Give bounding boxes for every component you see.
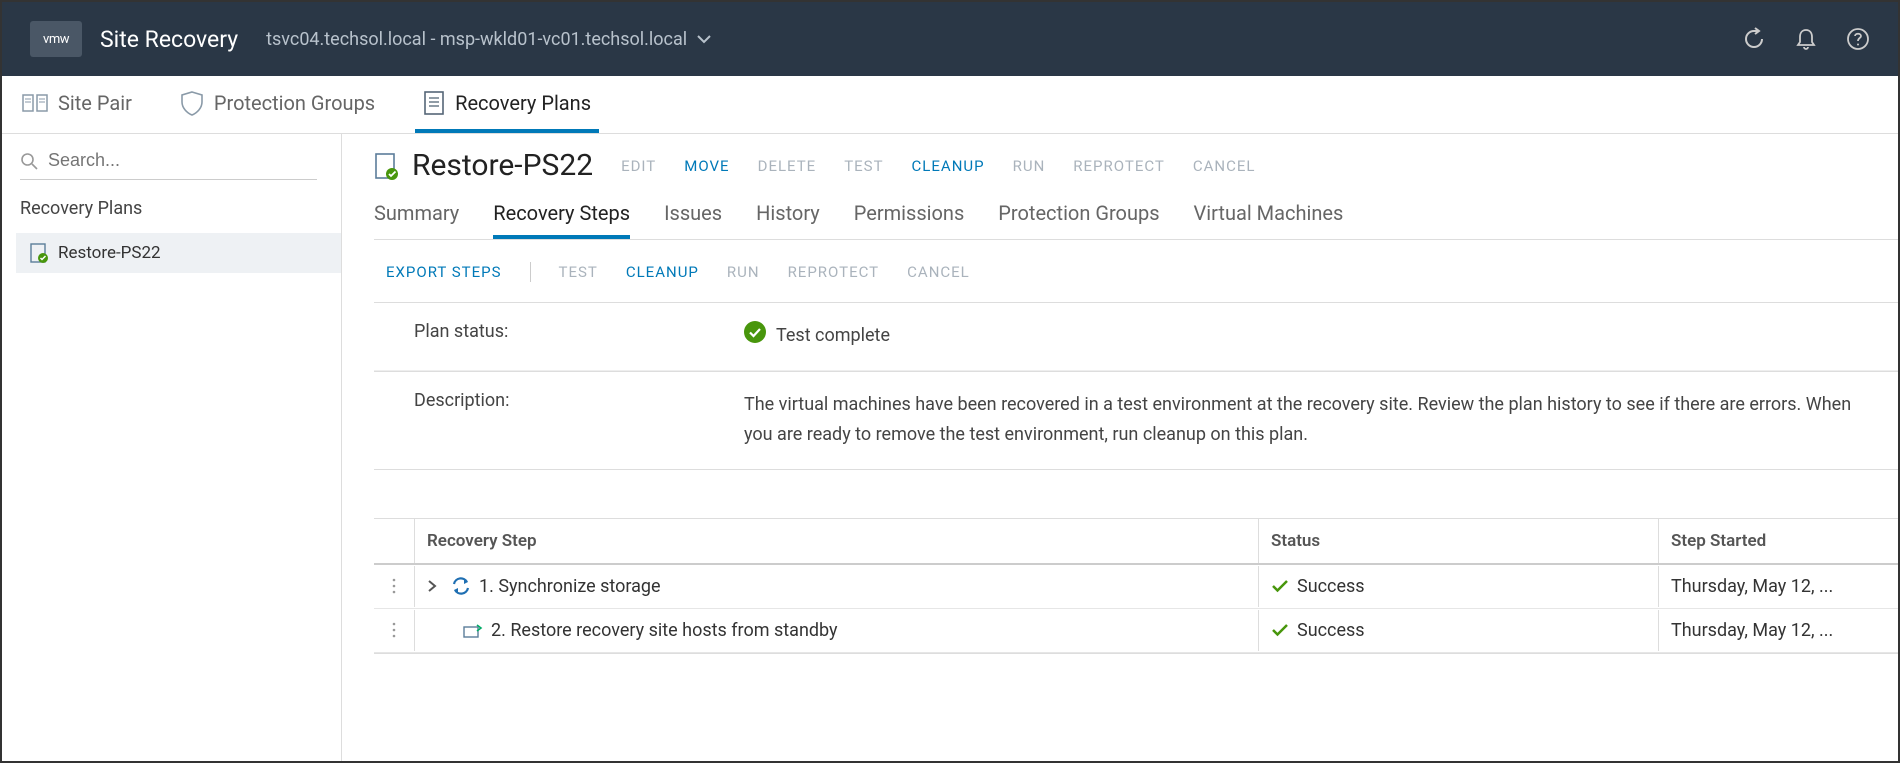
tab-label: Recovery Plans: [455, 91, 591, 115]
status-value: Success: [1297, 620, 1365, 641]
started-value: Thursday, May 12, ...: [1658, 566, 1898, 607]
host-restore-icon: [463, 621, 483, 639]
plan-info-panel: Plan status: Test complete Description: …: [374, 302, 1898, 470]
shield-icon: [180, 90, 204, 116]
site-pair-icon: [22, 92, 48, 114]
plan-ok-icon: [374, 152, 398, 180]
subaction-cancel: CANCEL: [907, 263, 970, 281]
subaction-test: TEST: [559, 263, 598, 281]
content-tabs: Summary Recovery Steps Issues History Pe…: [374, 201, 1898, 240]
plan-status-value: Test complete: [776, 321, 890, 352]
action-run: RUN: [1013, 157, 1046, 175]
plan-ok-icon: [30, 243, 48, 263]
table-row[interactable]: 2. Restore recovery site hosts from stan…: [374, 609, 1898, 653]
subaction-run: RUN: [727, 263, 760, 281]
drag-handle-icon[interactable]: [374, 577, 414, 595]
subaction-export-steps[interactable]: EXPORT STEPS: [386, 263, 502, 281]
search-icon: [20, 152, 38, 170]
app-title: Site Recovery: [100, 26, 266, 53]
tab-issues[interactable]: Issues: [664, 201, 722, 239]
action-move[interactable]: MOVE: [684, 157, 729, 175]
tab-recovery-steps[interactable]: Recovery Steps: [493, 201, 630, 239]
description-label: Description:: [414, 390, 744, 451]
tab-permissions[interactable]: Permissions: [854, 201, 965, 239]
vmware-logo: vmw: [30, 21, 82, 57]
table-row[interactable]: 1. Synchronize storage Success Thursday,…: [374, 565, 1898, 609]
tab-summary[interactable]: Summary: [374, 201, 459, 239]
page-title: Restore-PS22: [412, 148, 593, 183]
step-label: 1. Synchronize storage: [479, 576, 661, 597]
sidebar: Recovery Plans Restore-PS22: [2, 134, 342, 761]
recovery-steps-table: Recovery Step Status Step Started 1. Syn…: [374, 518, 1898, 654]
help-icon[interactable]: [1846, 27, 1870, 51]
app-header: vmw Site Recovery tsvc04.techsol.local -…: [2, 2, 1898, 76]
tab-site-pair[interactable]: Site Pair: [14, 76, 140, 133]
sidebar-item-restore-ps22[interactable]: Restore-PS22: [16, 233, 341, 273]
action-delete: DELETE: [758, 157, 817, 175]
check-icon: [1271, 579, 1289, 593]
expand-chevron-icon[interactable]: [427, 579, 443, 593]
column-header-status[interactable]: Status: [1258, 519, 1658, 563]
tab-protection-groups[interactable]: Protection Groups: [172, 76, 383, 133]
tab-history[interactable]: History: [756, 201, 820, 239]
subaction-cleanup[interactable]: CLEANUP: [626, 263, 699, 281]
column-header-started[interactable]: Step Started: [1658, 519, 1898, 563]
action-reprotect: REPROTECT: [1073, 157, 1165, 175]
tab-recovery-plans[interactable]: Recovery Plans: [415, 76, 599, 133]
site-context-selector[interactable]: tsvc04.techsol.local - msp-wkld01-vc01.t…: [266, 29, 711, 50]
site-pair-label: tsvc04.techsol.local - msp-wkld01-vc01.t…: [266, 29, 687, 50]
sidebar-heading: Recovery Plans: [16, 198, 341, 233]
plan-status-label: Plan status:: [414, 321, 744, 352]
tab-protection-groups[interactable]: Protection Groups: [998, 201, 1159, 239]
chevron-down-icon: [697, 35, 711, 44]
success-check-icon: [744, 321, 766, 343]
step-label: 2. Restore recovery site hosts from stan…: [491, 620, 838, 641]
action-edit: EDIT: [621, 157, 656, 175]
sync-icon: [451, 576, 471, 596]
action-cancel: CANCEL: [1193, 157, 1256, 175]
started-value: Thursday, May 12, ...: [1658, 610, 1898, 651]
action-cleanup[interactable]: CLEANUP: [912, 157, 985, 175]
main-nav-tabs: Site Pair Protection Groups Recovery Pla…: [2, 76, 1898, 134]
status-value: Success: [1297, 576, 1365, 597]
drag-handle-icon[interactable]: [374, 621, 414, 639]
plan-icon: [423, 90, 445, 116]
check-icon: [1271, 623, 1289, 637]
tab-label: Site Pair: [58, 91, 132, 115]
content-pane: Restore-PS22 EDIT MOVE DELETE TEST CLEAN…: [342, 134, 1898, 761]
sidebar-item-label: Restore-PS22: [58, 243, 161, 263]
subaction-reprotect: REPROTECT: [788, 263, 880, 281]
notifications-icon[interactable]: [1794, 27, 1818, 51]
search-input[interactable]: [48, 150, 317, 171]
action-test: TEST: [844, 157, 883, 175]
divider: [530, 262, 531, 282]
description-value: The virtual machines have been recovered…: [744, 390, 1858, 451]
tab-virtual-machines[interactable]: Virtual Machines: [1194, 201, 1344, 239]
refresh-icon[interactable]: [1742, 27, 1766, 51]
column-header-step[interactable]: Recovery Step: [414, 519, 1258, 563]
tab-label: Protection Groups: [214, 91, 375, 115]
